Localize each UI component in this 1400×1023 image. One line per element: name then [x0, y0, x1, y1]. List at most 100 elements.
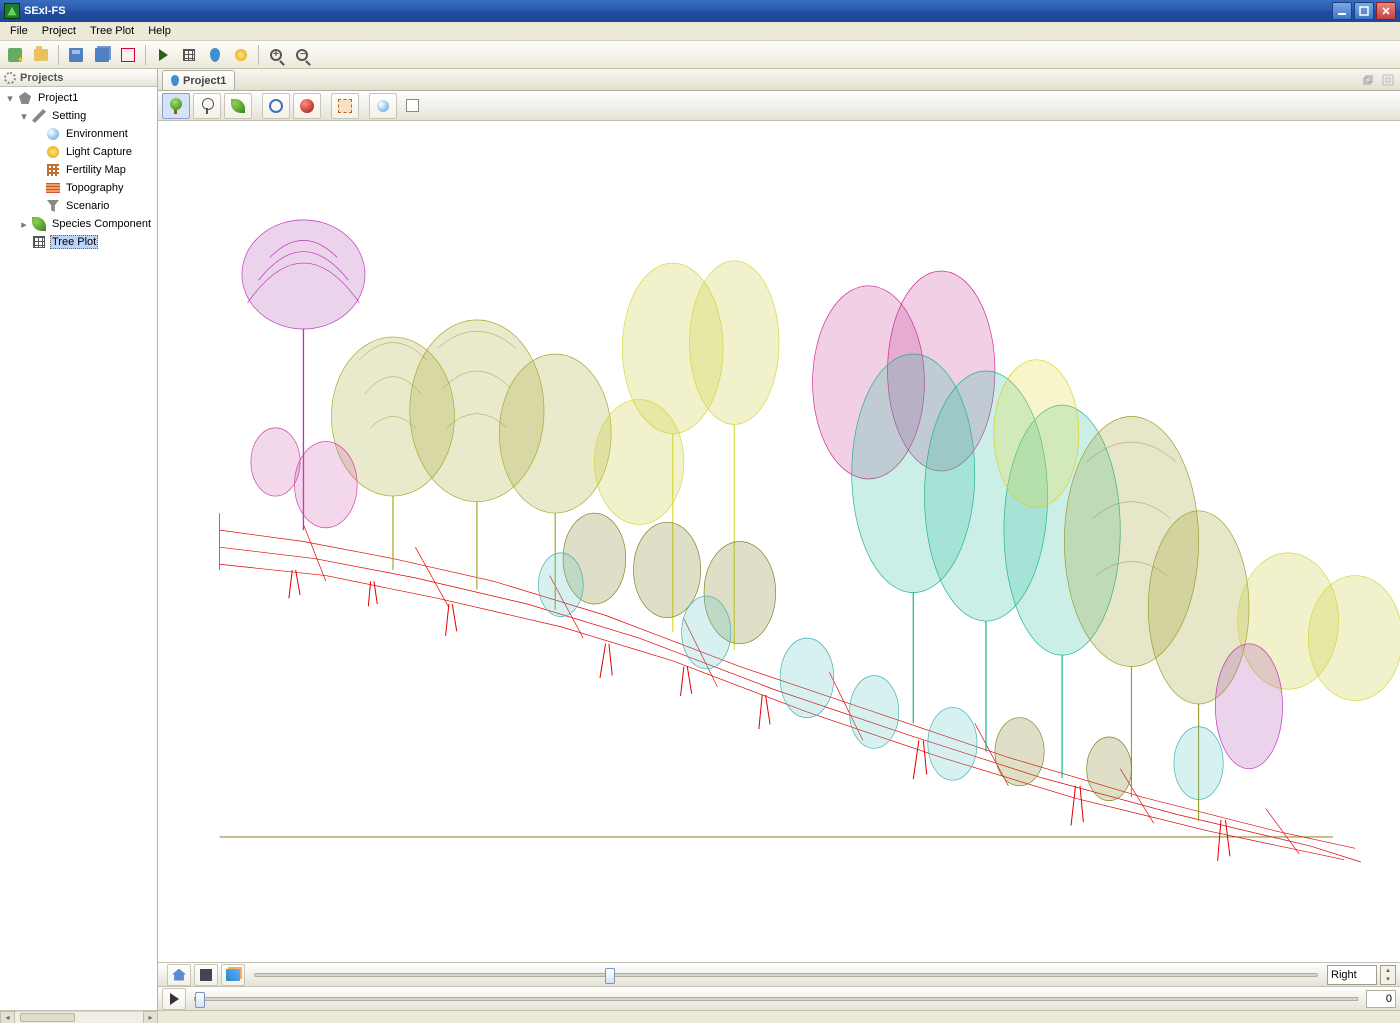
save-button[interactable] [64, 43, 88, 67]
tree-label: Light Capture [64, 146, 134, 158]
view-direction-value: Right [1331, 969, 1357, 981]
selection-icon [338, 99, 352, 113]
expand-icon[interactable]: ▸ [18, 218, 30, 230]
filter-icon [45, 198, 61, 214]
wrench-icon [31, 108, 47, 124]
collapse-icon[interactable]: ▾ [18, 110, 30, 122]
view-solid-tree-button[interactable] [162, 93, 190, 119]
sidebar-header: Projects [0, 69, 157, 87]
scroll-left-button[interactable]: ◂ [0, 1011, 15, 1023]
view-select-area-button[interactable] [331, 93, 359, 119]
tab-project1[interactable]: Project1 [162, 70, 235, 90]
slider-thumb[interactable] [195, 992, 205, 1008]
home-view-button[interactable] [167, 964, 191, 986]
titlebar: SExI-FS [0, 0, 1400, 22]
menu-help[interactable]: Help [142, 24, 177, 38]
save-as-icon [95, 48, 109, 62]
tree-label: Species Component [50, 218, 153, 230]
grid-icon [183, 49, 195, 61]
tree-node-setting[interactable]: ▾ Setting [0, 107, 157, 125]
save-as-button[interactable] [90, 43, 114, 67]
toolbar-separator [258, 45, 259, 65]
water-button[interactable] [203, 43, 227, 67]
tree-label: Project1 [36, 92, 80, 104]
tree-label: Fertility Map [64, 164, 128, 176]
tree-label: Tree Plot [50, 235, 98, 249]
timeline-slider[interactable] [194, 997, 1358, 1001]
tree-solid-icon [169, 98, 183, 114]
tree-node-tree-plot[interactable]: ▸ Tree Plot [0, 233, 157, 251]
tree-node-scenario[interactable]: Scenario [0, 197, 157, 215]
tree-node-topography[interactable]: Topography [0, 179, 157, 197]
play-icon [159, 49, 168, 61]
tree-node-light-capture[interactable]: Light Capture [0, 143, 157, 161]
new-project-button[interactable] [3, 43, 27, 67]
view-control-bar: Right ▴▾ [158, 962, 1400, 986]
maximize-button[interactable] [1354, 2, 1374, 20]
toolbar-separator [58, 45, 59, 65]
view-spin-buttons[interactable]: ▴▾ [1380, 965, 1396, 985]
view-globe-button[interactable] [369, 93, 397, 119]
plot-grid-icon [31, 234, 47, 250]
scroll-thumb[interactable] [20, 1013, 75, 1022]
tab-maximize-button[interactable] [1380, 72, 1396, 88]
map-grid-icon [45, 162, 61, 178]
new-project-icon [8, 48, 22, 62]
scroll-right-button[interactable]: ▸ [143, 1011, 158, 1023]
timeline-bar: 0 [158, 986, 1400, 1010]
droplet-icon [171, 75, 179, 86]
multi-view-button[interactable] [221, 964, 245, 986]
close-button[interactable] [1376, 2, 1396, 20]
menu-treeplot[interactable]: Tree Plot [84, 24, 140, 38]
view-direction-select[interactable]: Right [1327, 965, 1377, 985]
globe-icon [377, 100, 389, 112]
zoom-in-icon [270, 49, 282, 61]
view-sphere-button[interactable] [293, 93, 321, 119]
view-circle-button[interactable] [262, 93, 290, 119]
circle-icon [269, 99, 283, 113]
leaf-icon [231, 99, 245, 113]
slider-thumb[interactable] [605, 968, 615, 984]
minimize-button[interactable] [1332, 2, 1352, 20]
grid-button[interactable] [177, 43, 201, 67]
run-button[interactable] [151, 43, 175, 67]
tree-label: Setting [50, 110, 88, 122]
tree-node-species[interactable]: ▸ Species Component [0, 215, 157, 233]
light-button[interactable] [229, 43, 253, 67]
tree-plot-canvas[interactable] [158, 121, 1400, 962]
zoom-in-button[interactable] [264, 43, 288, 67]
droplet-icon [210, 48, 220, 62]
statusbar: ◂ ▸ [0, 1010, 1400, 1023]
tree-node-environment[interactable]: Environment [0, 125, 157, 143]
tree-node-project[interactable]: ▾ Project1 [0, 89, 157, 107]
collapse-icon[interactable]: ▾ [4, 92, 16, 104]
open-project-button[interactable] [29, 43, 53, 67]
export-button[interactable] [116, 43, 140, 67]
project-tree[interactable]: ▾ Project1 ▾ Setting Environment Light C… [0, 87, 157, 1010]
main-toolbar [0, 41, 1400, 69]
tree-label: Environment [64, 128, 130, 140]
project-icon [17, 90, 33, 106]
tree-node-fertility-map[interactable]: Fertility Map [0, 161, 157, 179]
multi-view-icon [226, 969, 240, 981]
menu-file[interactable]: File [4, 24, 34, 38]
zoom-out-button[interactable] [290, 43, 314, 67]
sidebar-hscroll[interactable]: ◂ ▸ [0, 1011, 158, 1023]
tab-restore-button[interactable] [1360, 72, 1376, 88]
scroll-track[interactable] [15, 1011, 143, 1023]
view-slider[interactable] [254, 973, 1318, 977]
menu-project[interactable]: Project [36, 24, 82, 38]
timeline-play-button[interactable] [162, 988, 186, 1010]
timeline-value: 0 [1366, 990, 1396, 1008]
view-leaf-button[interactable] [224, 93, 252, 119]
toolbar-separator [145, 45, 146, 65]
stop-view-button[interactable] [194, 964, 218, 986]
viewer-checkbox[interactable] [406, 99, 419, 112]
sun-icon [235, 49, 247, 61]
view-wire-tree-button[interactable] [193, 93, 221, 119]
save-icon [69, 48, 83, 62]
app-icon [4, 3, 20, 19]
leaf-icon [31, 216, 47, 232]
tab-label: Project1 [183, 75, 226, 87]
app-title: SExI-FS [24, 5, 1332, 17]
